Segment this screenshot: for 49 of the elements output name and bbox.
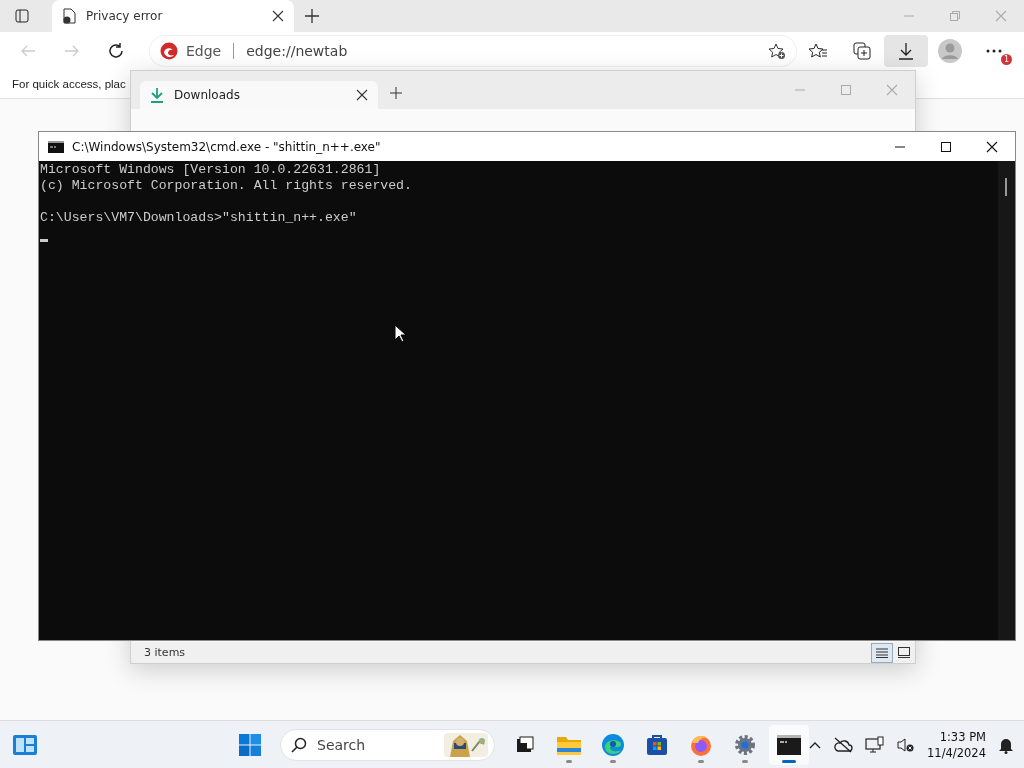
clock[interactable]: 1:33 PM 11/4/2024 [927,728,986,761]
favorites-bar-hint: For quick access, plac [12,78,126,90]
details-view-button[interactable] [871,642,893,663]
start-icon[interactable] [238,732,263,757]
more-icon[interactable] [986,49,1002,53]
new-tab-icon[interactable] [390,87,402,99]
terminal-icon[interactable] [777,734,802,755]
network-icon[interactable] [865,735,886,754]
browser-icon[interactable] [601,732,626,757]
search-field[interactable]: Search [280,728,496,761]
document-warning-icon [62,8,76,24]
explorer-tab[interactable]: Downloads [140,81,378,109]
search-icon [291,736,308,753]
avatar-icon[interactable] [938,39,962,63]
downloads-button[interactable] [884,35,928,67]
address-bar[interactable]: Edge edge://newtab [150,36,796,66]
cloud-off-icon[interactable] [833,736,854,753]
widgets-icon[interactable] [11,733,38,756]
close-icon[interactable] [272,10,284,22]
store-icon[interactable] [645,732,670,757]
maximize-icon[interactable] [940,140,952,153]
volume-muted-icon[interactable] [897,736,916,753]
notification-badge: 1 [1001,54,1012,65]
collections-icon[interactable] [853,42,871,60]
gear-icon[interactable] [733,732,758,757]
mouse-pointer-icon [394,324,406,343]
download-icon [150,87,164,103]
favorites-icon[interactable] [808,42,828,60]
status-text: 3 items [144,646,187,659]
scrollbar[interactable] [998,161,1015,640]
refresh-icon[interactable] [107,42,125,60]
close-icon[interactable] [356,89,368,101]
tiles-icon [898,647,910,658]
close-icon[interactable] [986,140,998,153]
console-icon [48,140,64,153]
browser-tab[interactable]: Privacy error [52,0,294,32]
list-icon [876,647,888,658]
add-favorite-icon[interactable] [768,42,786,60]
console-line: Microsoft Windows [Version 10.0.22631.2861] [40,162,381,178]
console-line: (c) Microsoft Corporation. All rights reserved. [40,178,412,194]
text-cursor [40,239,48,242]
new-tab-icon[interactable] [305,9,319,23]
tab-actions-icon[interactable] [15,9,29,23]
task-view-icon[interactable] [515,734,536,755]
console-line: C:\Users\VM7\Downloads>"shittin_n++.exe" [40,210,357,226]
edge-logo-icon [160,42,178,60]
window-title: C:\Windows\System32\cmd.exe - "shittin_n++.exe" [72,139,382,154]
chevron-up-icon[interactable] [809,740,822,749]
download-icon [897,42,915,60]
